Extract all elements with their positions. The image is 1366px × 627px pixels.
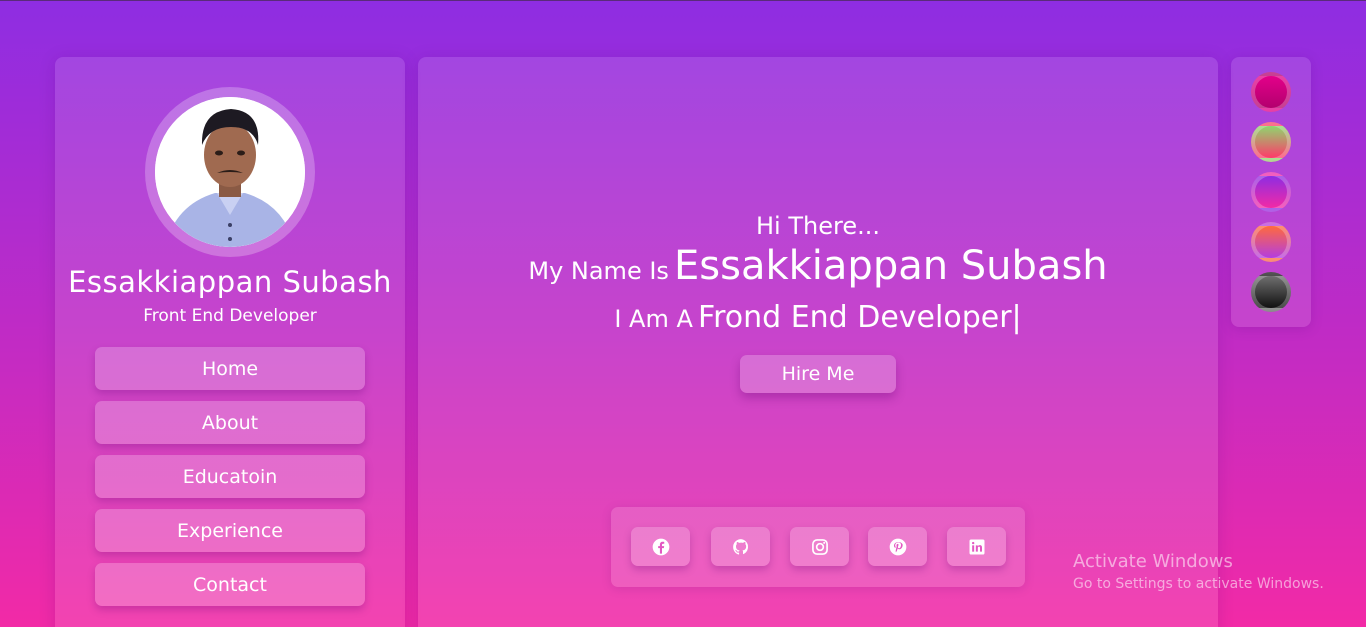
pinterest-link[interactable]: [868, 527, 927, 566]
hero-intro: My Name Is Essakkiappan Subash: [418, 243, 1218, 289]
hero-greeting: Hi There...: [756, 212, 880, 240]
theme-swatch-2[interactable]: [1251, 122, 1291, 162]
linkedin-link[interactable]: [947, 527, 1006, 566]
intro-prefix: My Name Is: [528, 257, 669, 285]
profile-photo-icon: [155, 97, 305, 247]
role-prefix: I Am A: [614, 305, 693, 333]
activate-windows-subtitle: Go to Settings to activate Windows.: [1073, 576, 1324, 592]
hire-me-button[interactable]: Hire Me: [740, 355, 896, 393]
pinterest-icon: [889, 538, 906, 555]
nav-about-button[interactable]: About: [95, 401, 365, 444]
profile-name: Essakkiappan Subash: [68, 265, 392, 299]
profile-sidebar: Essakkiappan Subash Front End Developer …: [55, 57, 405, 627]
activate-windows-title: Activate Windows: [1073, 551, 1233, 572]
role-typed-text: Frond End Developer|: [698, 300, 1022, 335]
nav-home-button[interactable]: Home: [95, 347, 365, 390]
social-links-bar: [611, 507, 1025, 587]
theme-swatch-1[interactable]: [1251, 72, 1291, 112]
github-icon: [732, 538, 748, 555]
theme-swatch-3[interactable]: [1251, 172, 1291, 212]
window-top-edge: [0, 0, 1366, 1]
hero-role: I Am A Frond End Developer|: [418, 300, 1218, 335]
avatar-ring: [145, 87, 315, 257]
nav-experience-button[interactable]: Experience: [95, 509, 365, 552]
linkedin-icon: [969, 539, 984, 554]
nav-contact-button[interactable]: Contact: [95, 563, 365, 606]
facebook-icon: [652, 538, 669, 555]
hero-panel: Hi There... My Name Is Essakkiappan Suba…: [418, 57, 1218, 627]
nav-education-button[interactable]: Educatoin: [95, 455, 365, 498]
github-link[interactable]: [711, 527, 770, 566]
intro-name: Essakkiappan Subash: [674, 243, 1108, 289]
theme-swatch-5[interactable]: [1251, 272, 1291, 312]
instagram-link[interactable]: [790, 527, 849, 566]
facebook-link[interactable]: [631, 527, 690, 566]
theme-swatch-4[interactable]: [1251, 222, 1291, 262]
avatar: [155, 97, 305, 247]
profile-role: Front End Developer: [143, 306, 317, 326]
theme-switcher: [1231, 57, 1311, 327]
instagram-icon: [811, 538, 828, 555]
